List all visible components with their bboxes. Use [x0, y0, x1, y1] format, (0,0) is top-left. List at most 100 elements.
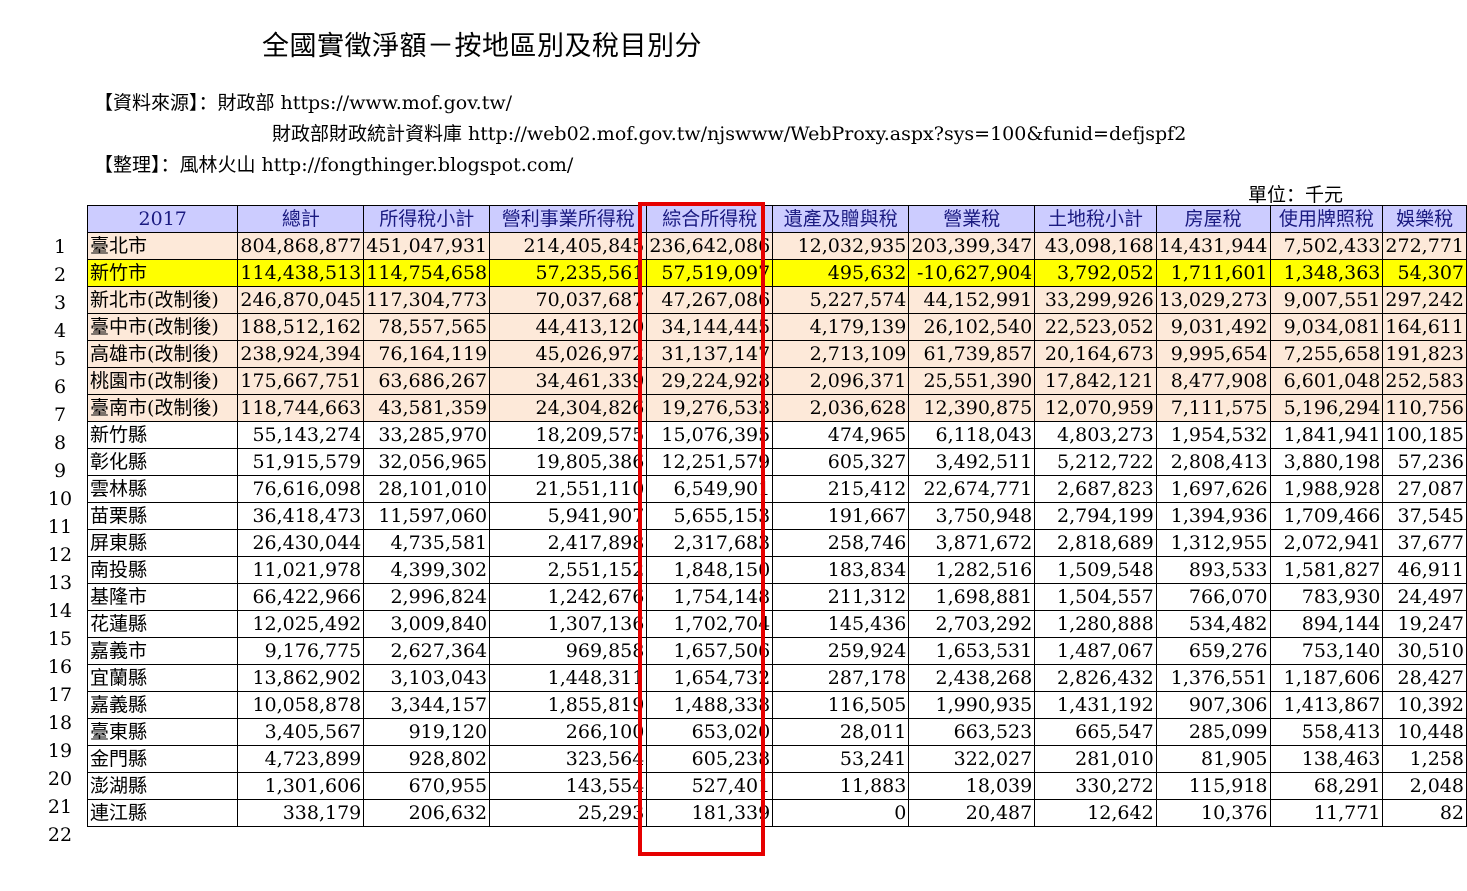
value-cell: 24,304,826	[489, 394, 648, 422]
value-cell: 211,312	[772, 583, 910, 611]
value-cell: 63,686,267	[363, 367, 491, 395]
value-cell: 1,702,704	[646, 610, 774, 638]
value-cell: -10,627,904	[908, 259, 1036, 287]
value-cell: 53,241	[772, 745, 910, 773]
column-header: 房屋稅	[1155, 205, 1271, 233]
value-cell: 2,996,824	[363, 583, 491, 611]
row-number: 3	[53, 292, 67, 314]
value-cell: 33,285,970	[363, 421, 491, 449]
region-cell: 宜蘭縣	[86, 664, 239, 692]
value-cell: 1,282,516	[908, 556, 1036, 584]
value-cell: 76,616,098	[237, 475, 365, 503]
value-cell: 117,304,773	[363, 286, 491, 314]
value-cell: 57,235,561	[489, 259, 648, 287]
value-cell: 259,924	[772, 637, 910, 665]
column-header: 總計	[237, 205, 365, 233]
region-cell: 澎湖縣	[86, 772, 239, 800]
value-cell: 4,723,899	[237, 745, 365, 773]
table-row: 花蓮縣 12,025,492 3,009,840 1,307,136 1,702,704…	[86, 610, 1467, 638]
value-cell: 100,185	[1382, 421, 1467, 449]
value-cell: 2,096,371	[772, 367, 910, 395]
value-cell: 2,438,268	[908, 664, 1036, 692]
value-cell: 1,448,311	[489, 664, 648, 692]
row-number: 13	[47, 572, 73, 594]
value-cell: 55,143,274	[237, 421, 365, 449]
value-cell: 29,224,928	[646, 367, 774, 395]
row-number: 4	[53, 320, 67, 342]
value-cell: 114,754,658	[363, 259, 491, 287]
value-cell: 534,482	[1155, 610, 1271, 638]
value-cell: 15,076,395	[646, 421, 774, 449]
region-cell: 基隆市	[86, 583, 239, 611]
value-cell: 1,653,531	[908, 637, 1036, 665]
value-cell: 1,431,192	[1034, 691, 1157, 719]
value-cell: 214,405,845	[489, 232, 648, 260]
value-cell: 61,739,857	[908, 340, 1036, 368]
value-cell: 17,842,121	[1034, 367, 1157, 395]
value-cell: 20,487	[908, 799, 1036, 827]
value-cell: 2,703,292	[908, 610, 1036, 638]
value-cell: 1,348,363	[1269, 259, 1384, 287]
value-cell: 78,557,565	[363, 313, 491, 341]
value-cell: 76,164,119	[363, 340, 491, 368]
row-number: 1	[53, 236, 67, 258]
value-cell: 11,597,060	[363, 502, 491, 530]
value-cell: 8,477,908	[1155, 367, 1271, 395]
value-cell: 57,519,097	[646, 259, 774, 287]
value-cell: 7,111,575	[1155, 394, 1271, 422]
value-cell: 11,771	[1269, 799, 1384, 827]
value-cell: 236,642,086	[646, 232, 774, 260]
value-cell: 266,100	[489, 718, 648, 746]
value-cell: 175,667,751	[237, 367, 365, 395]
value-cell: 2,794,199	[1034, 502, 1157, 530]
value-cell: 246,870,045	[237, 286, 365, 314]
value-cell: 281,010	[1034, 745, 1157, 773]
row-number: 6	[53, 376, 67, 398]
value-cell: 2,826,432	[1034, 664, 1157, 692]
value-cell: 605,327	[772, 448, 910, 476]
value-cell: 2,713,109	[772, 340, 910, 368]
column-header: 營業稅	[908, 205, 1036, 233]
value-cell: 6,601,048	[1269, 367, 1384, 395]
value-cell: 2,036,628	[772, 394, 910, 422]
column-header: 使用牌照稅	[1269, 205, 1384, 233]
value-cell: 1,841,941	[1269, 421, 1384, 449]
value-cell: 206,632	[363, 799, 491, 827]
value-cell: 2,551,152	[489, 556, 648, 584]
value-cell: 32,056,965	[363, 448, 491, 476]
value-cell: 4,735,581	[363, 529, 491, 557]
compiler-line: 【整理】：風林火山 http://fongthinger.blogspot.co…	[94, 154, 574, 176]
value-cell: 30,510	[1382, 637, 1467, 665]
table-row: 桃園市(改制後) 175,667,751 63,686,267 34,461,339 2…	[86, 367, 1467, 395]
value-cell: 34,144,445	[646, 313, 774, 341]
value-cell: 34,461,339	[489, 367, 648, 395]
value-cell: 1,258	[1382, 745, 1467, 773]
value-cell: 11,883	[772, 772, 910, 800]
row-number: 16	[47, 656, 73, 678]
value-cell: 43,098,168	[1034, 232, 1157, 260]
value-cell: 28,101,010	[363, 475, 491, 503]
region-cell: 嘉義縣	[86, 691, 239, 719]
value-cell: 9,176,775	[237, 637, 365, 665]
value-cell: 37,677	[1382, 529, 1467, 557]
value-cell: 22,523,052	[1034, 313, 1157, 341]
region-cell: 屏東縣	[86, 529, 239, 557]
value-cell: 659,276	[1155, 637, 1271, 665]
row-number: 17	[47, 684, 73, 706]
value-cell: 1,187,606	[1269, 664, 1384, 692]
table-row: 金門縣 4,723,899 928,802 323,564 605,238 53,241 3…	[86, 745, 1467, 773]
value-cell: 2,687,823	[1034, 475, 1157, 503]
value-cell: 3,792,052	[1034, 259, 1157, 287]
value-cell: 3,009,840	[363, 610, 491, 638]
value-cell: 5,212,722	[1034, 448, 1157, 476]
value-cell: 1,654,732	[646, 664, 774, 692]
value-cell: 474,965	[772, 421, 910, 449]
value-cell: 804,868,877	[237, 232, 365, 260]
value-cell: 26,430,044	[237, 529, 365, 557]
value-cell: 1,855,819	[489, 691, 648, 719]
region-cell: 南投縣	[86, 556, 239, 584]
value-cell: 238,924,394	[237, 340, 365, 368]
region-cell: 連江縣	[86, 799, 239, 827]
value-cell: 191,667	[772, 502, 910, 530]
value-cell: 19,805,386	[489, 448, 648, 476]
